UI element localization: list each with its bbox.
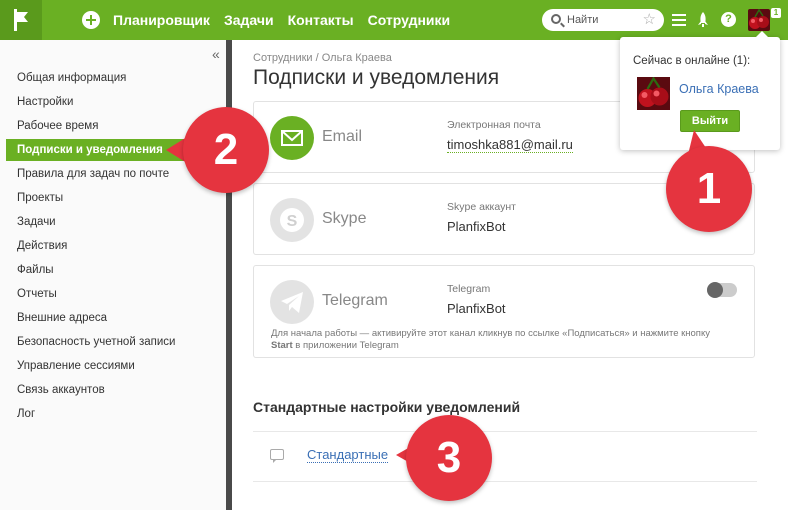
divider	[253, 431, 757, 432]
sidebar-item-session-management[interactable]: Управление сессиями	[6, 355, 226, 377]
sidebar-item-general-info[interactable]: Общая информация	[6, 67, 226, 89]
sidebar-item-external-addresses[interactable]: Внешние адреса	[6, 307, 226, 329]
sidebar-item-tasks[interactable]: Задачи	[6, 211, 226, 233]
online-count-text: Сейчас в онлайне (1):	[633, 55, 751, 67]
cherry-avatar-image	[748, 9, 770, 31]
svg-text:S: S	[287, 213, 298, 230]
telegram-icon	[270, 280, 314, 324]
top-bar: Планировщик Задачи Контакты Сотрудники ☆…	[0, 0, 788, 40]
skype-channel-name: Skype	[322, 210, 367, 227]
sidebar-item-reports[interactable]: Отчеты	[6, 283, 226, 305]
telegram-channel-card: Telegram Telegram PlanfixBot Для начала …	[253, 265, 755, 358]
nav-tasks[interactable]: Задачи	[224, 12, 274, 28]
online-user-name[interactable]: Ольга Краева	[679, 82, 759, 96]
email-value[interactable]: timoshka881@mail.ru	[447, 137, 573, 153]
star-icon[interactable]: ☆	[643, 10, 656, 30]
email-label: Электронная почта	[447, 119, 541, 131]
sidebar-item-settings[interactable]: Настройки	[6, 91, 226, 113]
add-icon[interactable]	[82, 11, 100, 29]
cherry-avatar-image	[637, 77, 670, 110]
telegram-value[interactable]: PlanfixBot	[447, 301, 506, 316]
sidebar-item-linked-accounts[interactable]: Связь аккаунтов	[6, 379, 226, 401]
comment-icon	[270, 449, 284, 463]
divider	[253, 481, 757, 482]
skype-label: Skype аккаунт	[447, 201, 516, 213]
page-title: Подписки и уведомления	[253, 66, 500, 89]
sidebar-item-account-security[interactable]: Безопасность учетной записи	[6, 331, 226, 353]
rocket-icon[interactable]	[697, 12, 709, 28]
sidebar-item-files[interactable]: Файлы	[6, 259, 226, 281]
telegram-note: Для начала работы — активируйте этот кан…	[271, 328, 710, 351]
user-avatar[interactable]	[748, 9, 770, 31]
nav-planner[interactable]: Планировщик	[113, 12, 210, 28]
email-channel-name: Email	[322, 128, 363, 145]
notification-badge: 1	[771, 8, 781, 18]
standard-settings-link[interactable]: Стандартные	[307, 447, 389, 463]
search-input[interactable]	[567, 12, 637, 28]
main-nav: Планировщик Задачи Контакты Сотрудники	[113, 0, 464, 40]
nav-employees[interactable]: Сотрудники	[368, 12, 451, 28]
telegram-toggle[interactable]	[707, 282, 737, 298]
help-icon[interactable]: ?	[721, 12, 736, 27]
flag-icon	[14, 9, 28, 31]
standard-settings-title: Стандартные настройки уведомлений	[253, 399, 521, 415]
popup-avatar[interactable]	[637, 77, 670, 110]
sidebar-item-actions[interactable]: Действия	[6, 235, 226, 257]
callout-3: 3	[406, 415, 492, 501]
sidebar-item-projects[interactable]: Проекты	[6, 187, 226, 209]
telegram-channel-name: Telegram	[322, 292, 388, 309]
skype-icon: S	[270, 198, 314, 242]
skype-value[interactable]: PlanfixBot	[447, 219, 506, 234]
sidebar-item-log[interactable]: Лог	[6, 403, 226, 425]
planfix-logo[interactable]	[0, 0, 42, 40]
search-box: ☆	[542, 9, 664, 31]
email-icon	[270, 116, 314, 160]
menu-icon[interactable]	[672, 14, 686, 26]
callout-2: 2	[183, 107, 269, 193]
callout-1: 1	[666, 146, 752, 232]
breadcrumb[interactable]: Сотрудники / Ольга Краева	[253, 52, 392, 64]
nav-contacts[interactable]: Контакты	[288, 12, 354, 28]
collapse-sidebar-icon[interactable]: «	[212, 46, 220, 62]
telegram-label: Telegram	[447, 283, 491, 295]
email-address[interactable]: timoshka881@mail.ru	[447, 137, 573, 153]
search-icon	[551, 14, 561, 24]
